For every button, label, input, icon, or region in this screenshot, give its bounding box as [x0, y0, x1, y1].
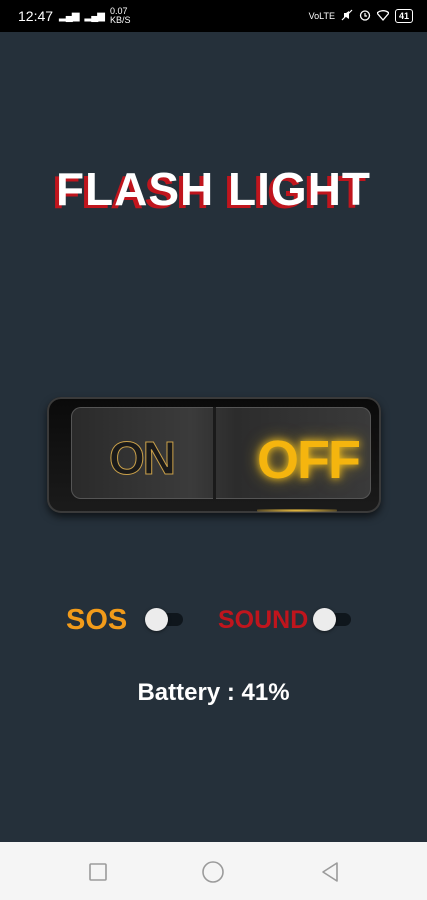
- wifi-icon: [376, 8, 390, 24]
- back-icon[interactable]: [318, 860, 342, 884]
- sound-toggle[interactable]: [313, 608, 353, 631]
- sound-toggle-knob[interactable]: [313, 608, 336, 631]
- switch-on-label: ON: [109, 432, 177, 485]
- switch-rocker[interactable]: ON OFF: [71, 407, 371, 499]
- rocker-divider: [213, 407, 216, 499]
- mute-icon: [341, 8, 353, 24]
- sos-toggle-knob[interactable]: [145, 608, 168, 631]
- home-icon[interactable]: [201, 860, 225, 884]
- navigation-bar: [0, 842, 427, 900]
- status-bar-right: VoLTE 41: [309, 8, 413, 24]
- battery-icon: 41: [394, 9, 413, 23]
- switch-glow: [257, 509, 337, 512]
- clock: 12:47: [18, 8, 54, 24]
- battery-status-text: Battery : 41%: [137, 679, 290, 706]
- signal-icon-2: ▂▄▆: [84, 10, 105, 22]
- recent-apps-icon[interactable]: [86, 860, 110, 884]
- status-bar-left: 12:47 ▂▄▆ ▂▄▆ 0.07 KB/S: [18, 7, 131, 25]
- controls-row: SOS SOUND: [0, 602, 427, 642]
- sos-toggle[interactable]: [145, 608, 185, 631]
- volte-icon: VoLTE: [308, 10, 335, 21]
- signal-icon: ▂▄▆: [59, 10, 79, 22]
- data-rate-unit: KB/S: [109, 15, 131, 25]
- data-rate: 0.07 KB/S: [110, 7, 131, 25]
- status-bar: 12:47 ▂▄▆ ▂▄▆ 0.07 KB/S VoLTE 41: [0, 0, 427, 32]
- sos-label: SOS: [66, 604, 128, 636]
- app-title: FLASH LIGHT: [55, 163, 372, 215]
- battery-level: 41: [398, 11, 409, 21]
- flash-toggle-switch[interactable]: ON OFF: [47, 397, 381, 513]
- alarm-icon: [359, 8, 371, 24]
- sound-label: SOUND: [218, 606, 309, 634]
- switch-off-label: OFF: [257, 430, 361, 490]
- title-container: FLASH LIGHT: [0, 162, 427, 216]
